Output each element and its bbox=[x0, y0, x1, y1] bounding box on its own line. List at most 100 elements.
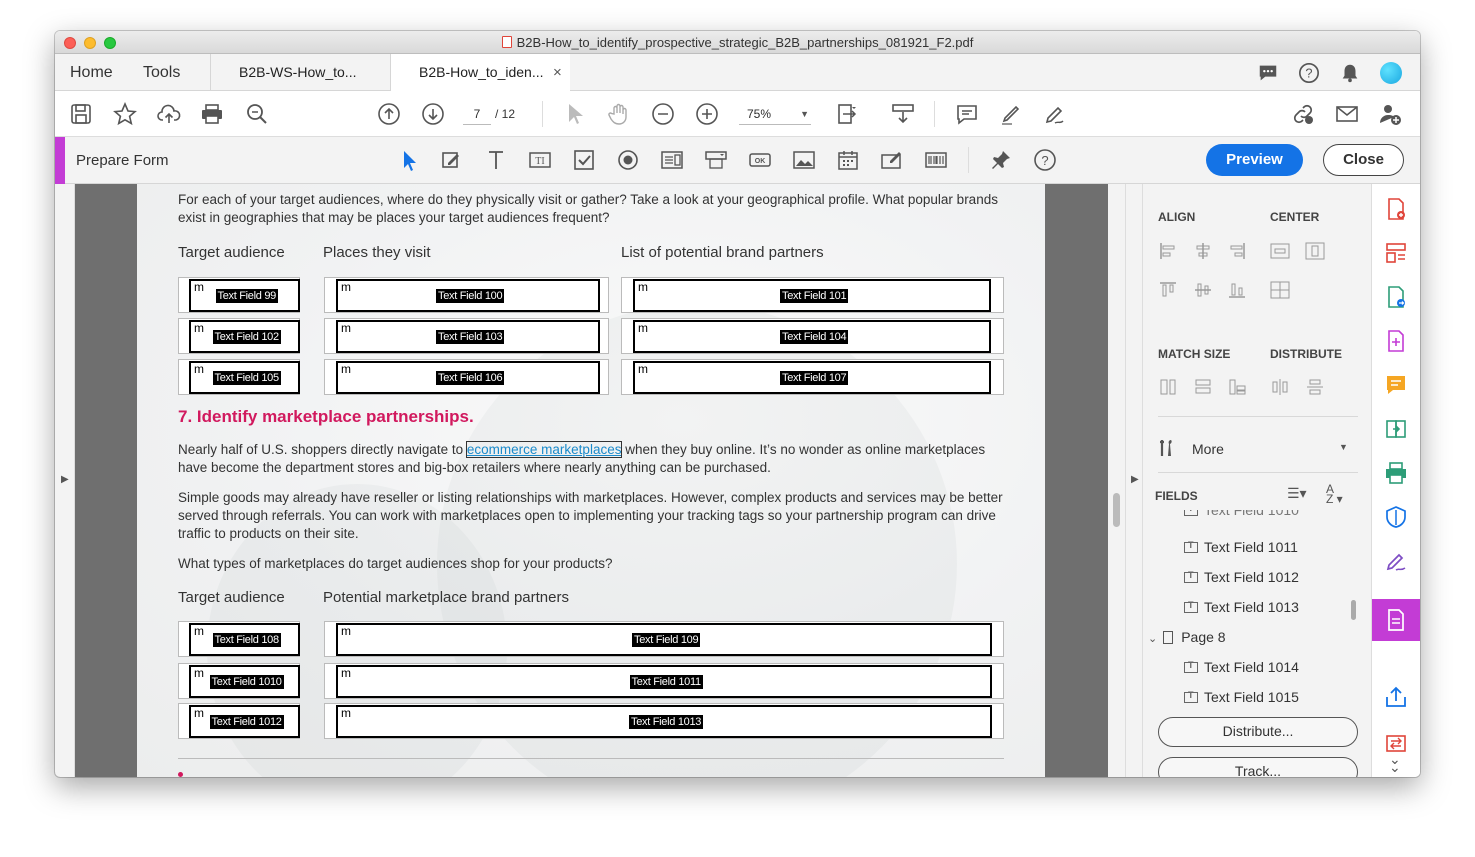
add-text-icon[interactable] bbox=[484, 148, 508, 172]
select-object-icon[interactable] bbox=[397, 148, 421, 172]
barcode-icon[interactable] bbox=[924, 148, 948, 172]
ecommerce-link[interactable]: ecommerce marketplaces bbox=[465, 441, 623, 458]
page-down-icon[interactable] bbox=[421, 102, 445, 126]
form-text-field[interactable]: m Text Field 1010 bbox=[189, 665, 300, 698]
tab-document-1[interactable]: B2B-WS-How_to... bbox=[210, 54, 390, 91]
pin-icon[interactable] bbox=[989, 148, 1013, 172]
form-text-field[interactable]: m Text Field 108 bbox=[189, 623, 300, 656]
chat-icon[interactable] bbox=[1257, 62, 1279, 84]
hand-icon[interactable] bbox=[607, 102, 631, 126]
form-text-field[interactable]: m Text Field 100 bbox=[336, 279, 600, 312]
page-group[interactable]: ⌄ Page 8 bbox=[1148, 629, 1226, 645]
field-item[interactable]: Text Field 1013 bbox=[1184, 599, 1299, 615]
match-width-icon[interactable] bbox=[1158, 377, 1178, 397]
form-text-field[interactable]: m Text Field 106 bbox=[336, 361, 600, 394]
dropdown-field-icon[interactable] bbox=[704, 148, 728, 172]
field-item[interactable]: Text Field 1015 bbox=[1184, 689, 1299, 705]
distribute-horizontal-icon[interactable] bbox=[1270, 377, 1290, 397]
fill-sign-icon[interactable] bbox=[1384, 549, 1408, 573]
form-text-field[interactable]: m Text Field 1011 bbox=[336, 665, 992, 698]
comment-tool-icon[interactable] bbox=[1384, 373, 1408, 397]
form-text-field[interactable]: m Text Field 1012 bbox=[189, 705, 300, 738]
more-menu[interactable]: More bbox=[1192, 441, 1224, 457]
organize-pages-icon[interactable] bbox=[1384, 241, 1408, 265]
fields-list[interactable]: Text Field 1010 Text Field 1011 Text Fie… bbox=[1143, 510, 1372, 705]
fields-scrollbar[interactable] bbox=[1351, 600, 1356, 620]
close-form-button[interactable]: Close bbox=[1323, 144, 1404, 176]
distribute-vertical-icon[interactable] bbox=[1305, 377, 1325, 397]
form-help-icon[interactable]: ? bbox=[1033, 148, 1057, 172]
edit-field-icon[interactable] bbox=[440, 148, 464, 172]
image-field-icon[interactable] bbox=[792, 148, 816, 172]
center-vertical-icon[interactable] bbox=[1305, 241, 1325, 261]
comment-icon[interactable] bbox=[955, 102, 979, 126]
add-user-icon[interactable] bbox=[1378, 102, 1402, 126]
edit-pdf-icon[interactable] bbox=[1384, 329, 1408, 353]
field-item[interactable]: Text Field 1011 bbox=[1184, 539, 1298, 555]
match-both-icon[interactable] bbox=[1227, 377, 1247, 397]
align-center-icon[interactable] bbox=[1193, 241, 1213, 261]
tab-tools[interactable]: Tools bbox=[143, 54, 180, 91]
protect-icon[interactable] bbox=[1384, 505, 1408, 529]
scrollbar-thumb[interactable] bbox=[1113, 493, 1120, 527]
close-tab-icon[interactable]: × bbox=[553, 54, 562, 91]
match-height-icon[interactable] bbox=[1193, 377, 1213, 397]
tab-home[interactable]: Home bbox=[70, 54, 113, 91]
sort-alpha-icon[interactable]: AZ ▾ bbox=[1326, 483, 1343, 505]
scroll-mode-icon[interactable] bbox=[891, 102, 915, 126]
upload-icon[interactable] bbox=[157, 102, 181, 126]
align-top-icon[interactable] bbox=[1158, 280, 1178, 300]
save-icon[interactable] bbox=[69, 102, 93, 126]
checkbox-icon[interactable] bbox=[572, 148, 596, 172]
chevron-down-icon[interactable]: ▼ bbox=[1339, 442, 1348, 452]
print-production-icon[interactable] bbox=[1384, 461, 1408, 485]
align-bottom-icon[interactable] bbox=[1227, 280, 1247, 300]
sort-order-icon[interactable]: ☰▾ bbox=[1287, 485, 1307, 502]
field-item[interactable]: Text Field 1012 bbox=[1184, 569, 1299, 585]
print-icon[interactable] bbox=[200, 102, 224, 126]
zoom-search-icon[interactable] bbox=[245, 102, 269, 126]
more-tools-chevron-icon[interactable]: ⌄ ⌄ bbox=[1389, 752, 1401, 774]
date-field-icon[interactable] bbox=[836, 148, 860, 172]
form-text-field[interactable]: m Text Field 101 bbox=[633, 279, 991, 312]
right-panel-toggle[interactable]: ▶ bbox=[1125, 184, 1142, 777]
left-panel-toggle[interactable]: ▶ bbox=[55, 184, 75, 777]
list-box-icon[interactable] bbox=[660, 148, 684, 172]
share-icon[interactable] bbox=[1384, 685, 1408, 709]
button-field-icon[interactable]: OK bbox=[748, 148, 772, 172]
avatar[interactable] bbox=[1380, 62, 1402, 84]
highlight-icon[interactable] bbox=[999, 102, 1023, 126]
fit-page-icon[interactable] bbox=[835, 102, 859, 126]
prepare-form-icon[interactable] bbox=[1384, 608, 1408, 632]
combine-files-icon[interactable] bbox=[1384, 417, 1408, 441]
page-number-input[interactable]: 7 bbox=[463, 103, 491, 125]
zoom-select[interactable]: 75% ▼ bbox=[739, 103, 811, 125]
tab-document-2[interactable]: B2B-How_to_iden... × bbox=[390, 54, 570, 92]
track-button[interactable]: Track... bbox=[1158, 757, 1358, 777]
document-scrollbar[interactable] bbox=[1108, 184, 1125, 777]
zoom-out-icon[interactable] bbox=[651, 102, 675, 126]
align-right-icon[interactable] bbox=[1227, 241, 1247, 261]
create-pdf-icon[interactable] bbox=[1384, 197, 1408, 221]
export-pdf-icon[interactable] bbox=[1384, 285, 1408, 309]
form-text-field[interactable]: m Text Field 104 bbox=[633, 320, 991, 353]
sign-icon[interactable] bbox=[1043, 102, 1067, 126]
form-text-field[interactable]: m Text Field 107 bbox=[633, 361, 991, 394]
form-text-field[interactable]: m Text Field 99 bbox=[189, 279, 300, 312]
radio-button-icon[interactable] bbox=[616, 148, 640, 172]
preview-button[interactable]: Preview bbox=[1206, 144, 1303, 176]
field-item[interactable]: Text Field 1010 bbox=[1184, 510, 1299, 518]
form-text-field[interactable]: m Text Field 109 bbox=[336, 623, 992, 656]
tools-more-icon[interactable] bbox=[1158, 438, 1178, 458]
form-text-field[interactable]: m Text Field 1013 bbox=[336, 705, 992, 738]
zoom-in-icon[interactable] bbox=[695, 102, 719, 126]
text-field-icon[interactable]: TI bbox=[528, 148, 552, 172]
document-viewport[interactable]: ▶ For each of your target audiences, whe… bbox=[55, 184, 1125, 777]
mail-icon[interactable] bbox=[1335, 102, 1359, 126]
digital-signature-icon[interactable] bbox=[880, 148, 904, 172]
bell-icon[interactable] bbox=[1339, 62, 1361, 84]
link-icon[interactable] bbox=[1291, 102, 1315, 126]
center-both-icon[interactable] bbox=[1270, 280, 1290, 300]
align-left-icon[interactable] bbox=[1158, 241, 1178, 261]
form-text-field[interactable]: m Text Field 105 bbox=[189, 361, 300, 394]
